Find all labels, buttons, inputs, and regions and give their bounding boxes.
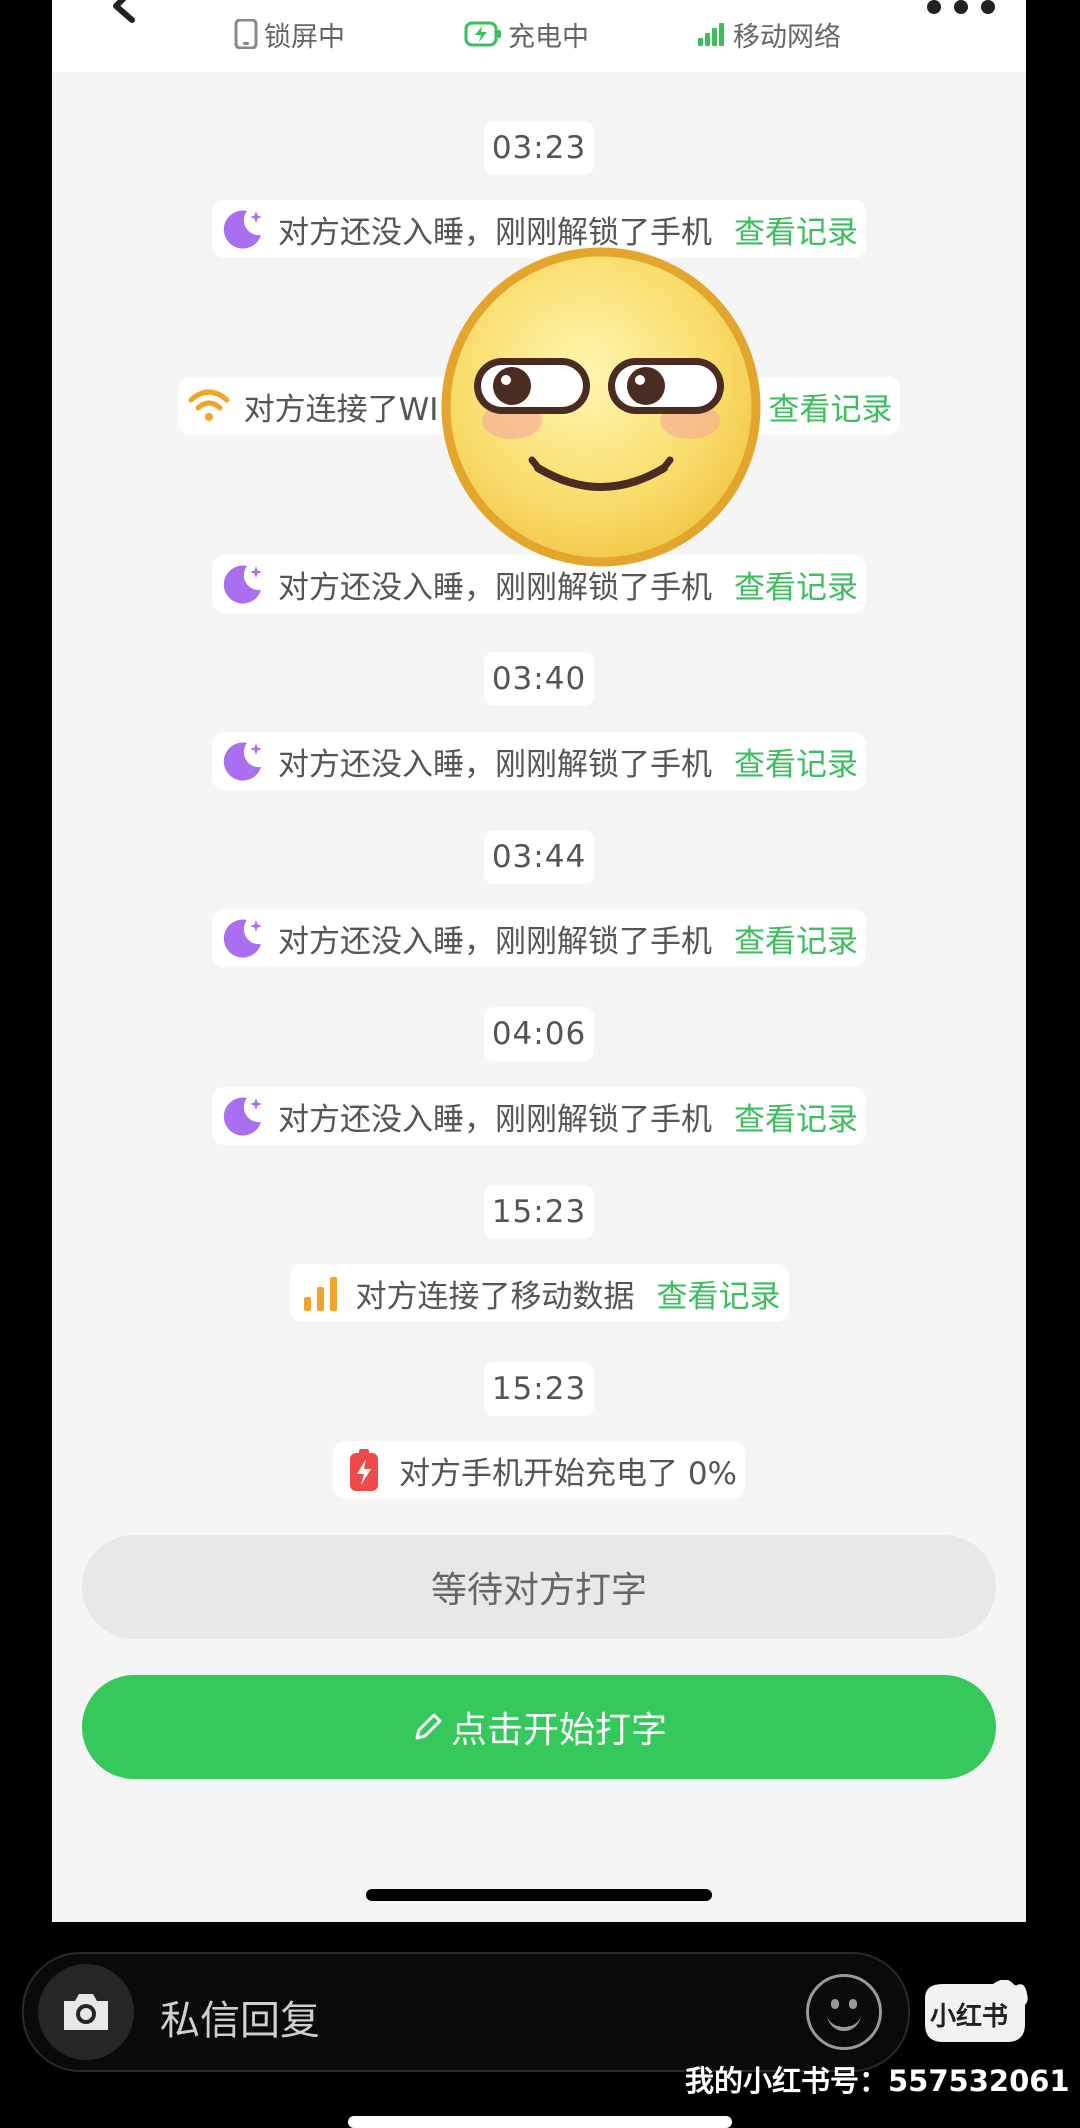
- lock-status-label: 锁屏中: [264, 21, 345, 53]
- timestamp: 03:44: [52, 830, 1026, 886]
- charge-status: 充电中: [464, 14, 589, 54]
- moon-icon: [223, 1097, 262, 1136]
- account-watermark: 我的小红书号：557532061: [685, 2064, 1070, 2098]
- back-arrow-icon[interactable]: [102, 0, 142, 30]
- charging-icon: [464, 21, 501, 47]
- timestamp: 04:06: [52, 1007, 1026, 1063]
- view-record-link[interactable]: 查看记录: [734, 916, 858, 961]
- camera-button[interactable]: [38, 1964, 134, 2060]
- view-record-link[interactable]: 查看记录: [734, 562, 858, 607]
- waiting-typing-label: 等待对方打字: [430, 1570, 647, 1611]
- event-row: 对方手机开始充电了 0%: [52, 1441, 1026, 1499]
- pencil-icon: [415, 1713, 442, 1740]
- moon-icon: [223, 919, 262, 958]
- logo-text: 小红书: [930, 2002, 1009, 2032]
- battery-charging-icon: [349, 1449, 378, 1491]
- phone-lock-icon: [234, 19, 258, 49]
- home-indicator: [366, 1889, 712, 1901]
- wifi-icon: [188, 389, 230, 421]
- moon-icon: [223, 210, 262, 249]
- event-text: 对方还没入睡，刚刚解锁了手机: [278, 214, 712, 251]
- start-typing-label: 点击开始打字: [450, 1710, 667, 1751]
- view-record-link[interactable]: 查看记录: [734, 739, 858, 784]
- event-row: 对方还没入睡，刚刚解锁了手机 查看记录: [52, 732, 1026, 790]
- camera-icon: [64, 1994, 108, 2030]
- view-record-link[interactable]: 查看记录: [734, 1094, 858, 1139]
- waiting-typing-button: 等待对方打字: [82, 1535, 996, 1639]
- start-typing-button[interactable]: 点击开始打字: [82, 1675, 996, 1779]
- reply-input-placeholder[interactable]: 私信回复: [160, 1988, 320, 2046]
- event-row: 对方还没入睡，刚刚解锁了手机 查看记录: [52, 1087, 1026, 1145]
- event-text: 对方连接了WI: [243, 391, 439, 428]
- timestamp: 03:40: [52, 652, 1026, 708]
- event-text: 对方还没入睡，刚刚解锁了手机: [278, 1101, 712, 1138]
- charge-status-label: 充电中: [508, 21, 589, 53]
- view-record-link[interactable]: 查看记录: [734, 207, 858, 252]
- event-row: 对方连接了移动数据 查看记录: [52, 1264, 1026, 1322]
- timestamp: 15:23: [52, 1185, 1026, 1241]
- reply-input-bar[interactable]: 私信回复: [22, 1952, 910, 2072]
- app-screen: 锁屏中 充电中 移动网络 03:23 对方还没入睡，刚刚解锁了手机 查看记录 对…: [52, 0, 1026, 1922]
- event-text: 对方还没入睡，刚刚解锁了手机: [278, 923, 712, 960]
- timestamp: 03:23: [52, 121, 1026, 177]
- network-status-label: 移动网络: [733, 21, 841, 53]
- cellular-signal-icon: [698, 23, 724, 46]
- event-text: 对方连接了移动数据: [355, 1278, 635, 1315]
- moon-icon: [223, 565, 262, 604]
- moon-icon: [223, 742, 262, 781]
- smirk-emoji-sticker: [441, 247, 761, 567]
- event-row: 对方还没入睡，刚刚解锁了手机 查看记录: [52, 909, 1026, 967]
- system-home-indicator: [348, 2116, 732, 2128]
- more-icon[interactable]: [927, 0, 997, 16]
- event-text: 对方还没入睡，刚刚解锁了手机: [278, 746, 712, 783]
- network-status: 移动网络: [697, 14, 841, 54]
- event-text: 对方手机开始充电了 0%: [398, 1455, 738, 1492]
- signal-bars-icon: [303, 1277, 337, 1311]
- view-record-link[interactable]: 查看记录: [657, 1271, 781, 1316]
- event-text: 对方还没入睡，刚刚解锁了手机: [278, 569, 712, 606]
- emoji-icon[interactable]: [806, 1974, 882, 2050]
- lock-status: 锁屏中: [234, 14, 345, 54]
- status-bar: 锁屏中 充电中 移动网络: [52, 0, 1026, 72]
- view-record-link[interactable]: 查看记录: [768, 384, 892, 429]
- timestamp: 15:23: [52, 1362, 1026, 1418]
